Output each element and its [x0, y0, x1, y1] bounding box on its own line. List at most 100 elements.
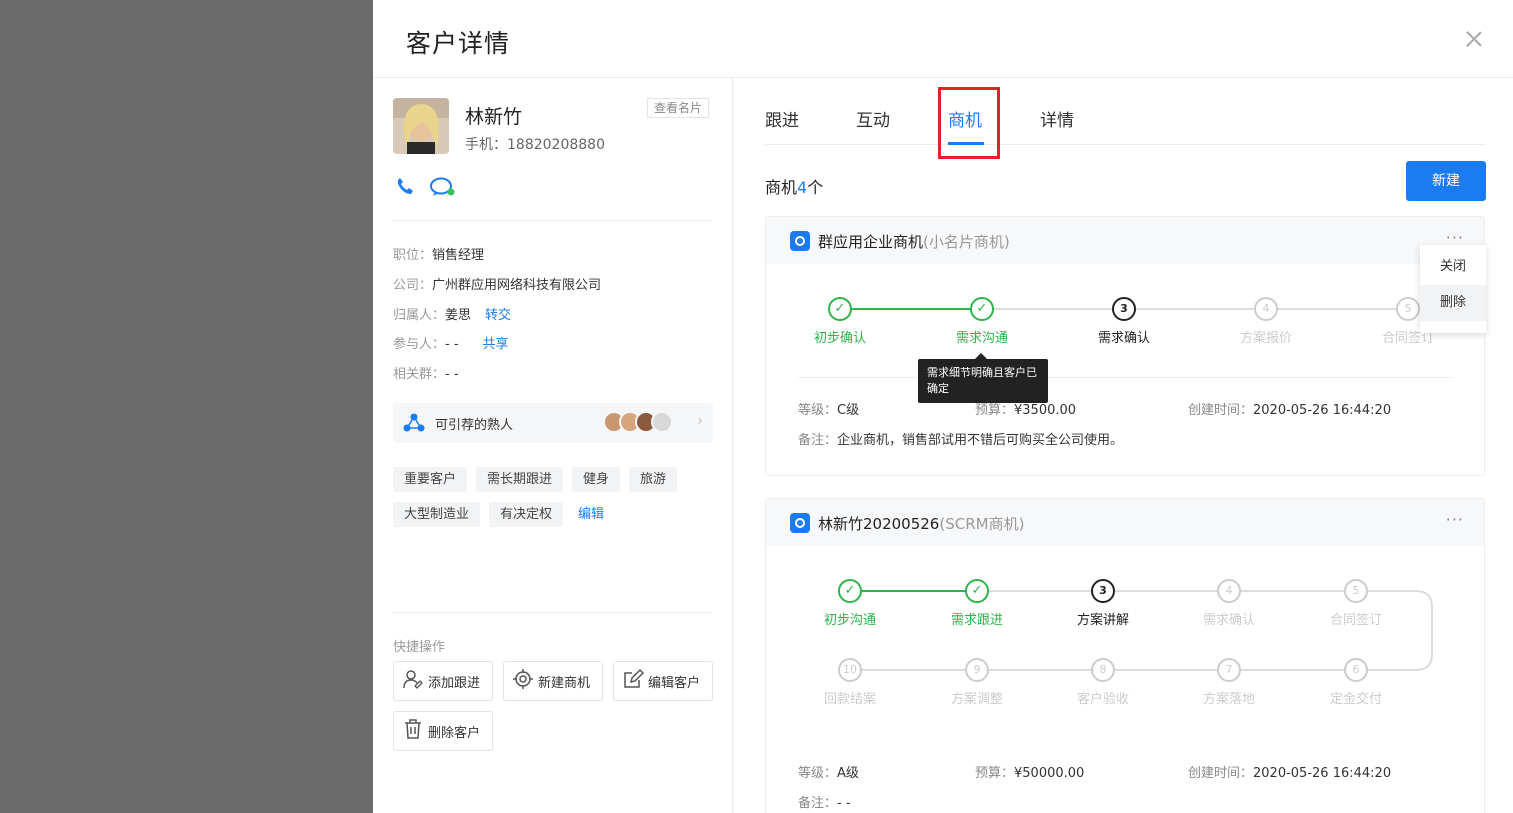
stage-step[interactable]: ✓ 需求跟进 — [937, 579, 1017, 628]
meta-key: 备注： — [798, 796, 838, 811]
stage-number: 6 — [1344, 658, 1368, 682]
customer-name: 林新竹 — [465, 106, 523, 128]
stage-step[interactable]: 4 方案报价 — [1226, 297, 1306, 346]
stage-step[interactable]: 9 方案调整 — [937, 658, 1017, 707]
view-card-button[interactable]: 查看名片 — [647, 98, 710, 118]
meta-value: 企业商机，销售部试用不错后可购买全公司使用。 — [837, 433, 1124, 448]
stage-number: 7 — [1217, 658, 1241, 682]
stage-step[interactable]: 8 客户验收 — [1063, 658, 1143, 707]
field-value: 广州群应用网络科技有限公司 — [432, 278, 602, 293]
stage-step[interactable]: ✓ 初步沟通 — [810, 579, 890, 628]
opportunity-created: 创建时间：2020-05-26 16:44:20 — [1188, 762, 1391, 781]
referral-label: 可引荐的熟人 — [435, 418, 514, 433]
tag: 有决定权 — [489, 502, 564, 527]
edit-tags-link[interactable]: 编辑 — [572, 502, 610, 527]
add-followup-button[interactable]: 添加跟进 — [393, 661, 493, 701]
transfer-link[interactable]: 转交 — [485, 308, 511, 323]
stage-step[interactable]: 3 方案讲解 — [1063, 579, 1143, 628]
field-value: - - — [445, 367, 459, 382]
stage-number: 5 — [1396, 297, 1420, 321]
field-groups: 相关群：- - — [393, 363, 459, 382]
check-icon: ✓ — [970, 297, 994, 321]
stage-number: 3 — [1091, 579, 1115, 603]
delete-opportunity-item[interactable]: 删除 — [1420, 285, 1486, 321]
stage-label: 定金交付 — [1329, 692, 1382, 707]
quick-actions-title: 快捷操作 — [393, 640, 446, 655]
opportunity-note: 备注：企业商机，销售部试用不错后可购买全公司使用。 — [798, 429, 1123, 448]
tab-details[interactable]: 详情 — [1040, 106, 1074, 131]
customer-profile-panel: 林新竹 手机：18820208880 查看名片 职位：销售经理 公司：广州群应用… — [373, 78, 733, 813]
field-position: 职位：销售经理 — [393, 244, 484, 263]
customer-detail-drawer: 客户详情 林新竹 手机：18820208880 查看名片 职位：销售经理 公司：… — [373, 0, 1513, 813]
chat-icon[interactable] — [429, 176, 457, 202]
stage-label: 回款结案 — [823, 692, 876, 707]
divider — [798, 377, 1452, 378]
meta-key: 创建时间： — [1188, 403, 1254, 418]
stage-number: 5 — [1344, 579, 1368, 603]
divider — [393, 220, 713, 221]
opportunity-type: (SCRM商机) — [939, 515, 1025, 533]
close-icon[interactable] — [1459, 24, 1489, 54]
delete-customer-button[interactable]: 删除客户 — [393, 711, 493, 751]
button-label: 新建商机 — [538, 675, 591, 691]
progress-line — [850, 590, 976, 592]
opportunity-count: 商机4个 — [765, 174, 823, 198]
field-key: 相关群： — [393, 367, 446, 382]
more-avatars-icon — [651, 411, 673, 433]
progress-line — [982, 308, 1408, 310]
tag: 重要客户 — [393, 467, 468, 492]
progress-line — [1357, 590, 1433, 671]
mask-overlay[interactable] — [0, 0, 373, 813]
meta-value: A级 — [837, 766, 859, 781]
highlight-annotation — [938, 87, 1000, 159]
tab-followup[interactable]: 跟进 — [765, 106, 799, 131]
opportunity-card: 群应用企业商机(小名片商机) ··· ✓ 初步确认 ✓ 需求沟通 3 需求确认 4 方案… — [765, 216, 1485, 476]
drawer-header: 客户详情 — [373, 0, 1513, 78]
opportunity-name: 林新竹20200526 — [818, 515, 940, 533]
stage-label: 方案报价 — [1239, 331, 1292, 346]
stage-step[interactable]: 10 回款结案 — [810, 658, 890, 707]
button-label: 删除客户 — [428, 725, 481, 741]
stage-number: 8 — [1091, 658, 1115, 682]
tag: 旅游 — [629, 467, 678, 492]
close-opportunity-item[interactable]: 关闭 — [1420, 249, 1486, 285]
button-label: 编辑客户 — [648, 675, 701, 691]
card-header: 林新竹20200526(SCRM商机) ··· — [766, 499, 1484, 546]
meta-value: - - — [837, 796, 851, 811]
stage-label: 需求确认 — [1097, 331, 1150, 346]
edit-customer-button[interactable]: 编辑客户 — [613, 661, 713, 701]
stage-step[interactable]: 7 方案落地 — [1189, 658, 1269, 707]
stage-step[interactable]: ✓ 需求沟通 — [942, 297, 1022, 346]
opportunity-type: (小名片商机) — [923, 233, 1010, 251]
stage-label: 方案讲解 — [1076, 613, 1129, 628]
opportunity-icon — [790, 513, 810, 533]
stage-label: 方案落地 — [1202, 692, 1255, 707]
meta-key: 预算： — [975, 403, 1015, 418]
opportunity-card: 林新竹20200526(SCRM商机) ··· ✓ 初步沟通 ✓ 需求跟进 3 方案讲… — [765, 498, 1485, 813]
share-link[interactable]: 共享 — [483, 337, 509, 352]
referral-row[interactable]: 可引荐的熟人 › — [393, 403, 713, 443]
phone-icon[interactable] — [395, 176, 415, 202]
stage-number: 4 — [1254, 297, 1278, 321]
divider — [393, 612, 713, 613]
stage-step[interactable]: 3 需求确认 — [1084, 297, 1164, 346]
field-participants: 参与人：- - 共享 — [393, 333, 509, 352]
new-opportunity-button[interactable]: 新建商机 — [503, 661, 603, 701]
tab-bar: 跟进 互动 商机 详情 — [765, 78, 1485, 159]
stage-label: 需求确认 — [1202, 613, 1255, 628]
count-number: 4 — [797, 178, 808, 197]
stage-step[interactable]: ✓ 初步确认 — [800, 297, 880, 346]
new-opportunity-button[interactable]: 新建 — [1406, 161, 1486, 201]
stage-number: 3 — [1112, 297, 1136, 321]
card-title: 林新竹20200526(SCRM商机) — [818, 513, 1024, 534]
edit-icon — [622, 668, 648, 694]
button-label: 添加跟进 — [428, 675, 481, 691]
count-label: 商机 — [765, 178, 798, 197]
stage-label: 客户验收 — [1076, 692, 1129, 707]
meta-key: 备注： — [798, 433, 838, 448]
more-icon[interactable]: ··· — [1446, 510, 1464, 529]
tab-interaction[interactable]: 互动 — [856, 106, 890, 131]
opportunity-created: 创建时间：2020-05-26 16:44:20 — [1188, 399, 1391, 418]
meta-value: 2020-05-26 16:44:20 — [1253, 766, 1392, 781]
stage-step[interactable]: 4 需求确认 — [1189, 579, 1269, 628]
